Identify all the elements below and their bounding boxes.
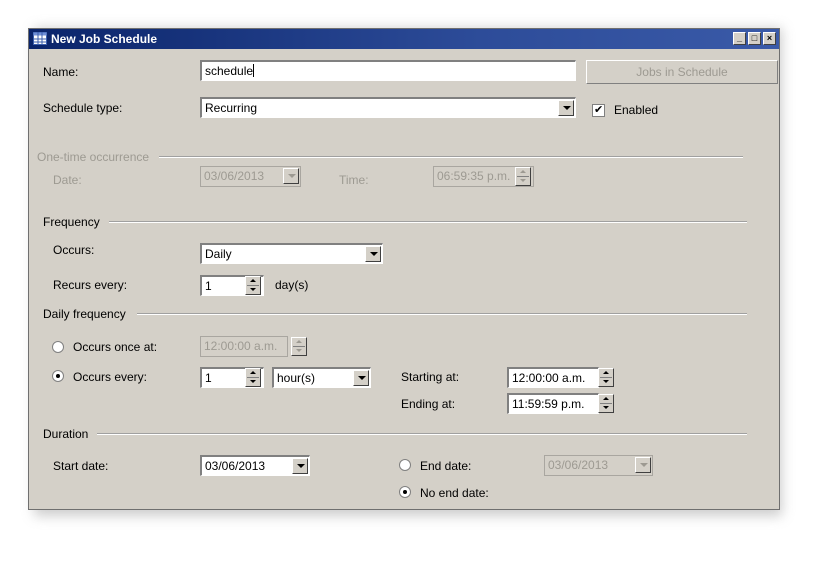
one-time-date-value: 03/06/2013 <box>204 169 265 183</box>
occurs-once-time-value: 12:00:00 a.m. <box>204 339 278 353</box>
name-label: Name: <box>43 65 79 79</box>
starting-at-input[interactable]: 12:00:00 a.m. <box>507 367 599 388</box>
ending-at-value: 11:59:59 p.m. <box>512 397 585 411</box>
group-divider <box>137 313 747 315</box>
occurs-label: Occurs: <box>53 243 95 257</box>
occurs-every-radio[interactable] <box>52 370 64 382</box>
occurs-value: Daily <box>205 247 232 261</box>
group-divider <box>159 156 743 158</box>
occurs-every-label: Occurs every: <box>73 370 148 384</box>
start-date-label: Start date: <box>53 459 109 473</box>
schedule-type-select[interactable]: Recurring <box>200 97 576 118</box>
no-end-date-radio[interactable] <box>399 486 411 498</box>
occurs-once-spinner-icon[interactable] <box>291 337 307 356</box>
duration-group-label: Duration <box>43 427 89 441</box>
recurs-spinner-icon[interactable] <box>245 276 261 295</box>
name-input-value: schedule <box>205 64 254 78</box>
occurs-select[interactable]: Daily <box>200 243 383 264</box>
one-time-time-label: Time: <box>339 173 369 187</box>
window-title: New Job Schedule <box>51 32 158 46</box>
one-time-date-picker[interactable]: 03/06/2013 <box>200 166 301 187</box>
maximize-button[interactable]: □ <box>748 32 761 45</box>
one-time-group-label: One-time occurrence <box>37 150 150 164</box>
start-date-value: 03/06/2013 <box>205 459 266 473</box>
ending-at-input[interactable]: 11:59:59 p.m. <box>507 393 599 414</box>
no-end-date-label: No end date: <box>420 486 489 500</box>
recurs-every-value: 1 <box>205 279 212 293</box>
minimize-button[interactable]: _ <box>733 32 746 45</box>
ending-at-label: Ending at: <box>401 397 456 411</box>
occurs-every-value: 1 <box>205 371 212 385</box>
one-time-date-label: Date: <box>53 173 82 187</box>
dialog-window: New Job Schedule _ □ × Name: schedule Jo… <box>28 28 780 510</box>
chevron-down-icon[interactable] <box>558 100 574 116</box>
title-bar[interactable]: New Job Schedule _ □ × <box>29 29 779 49</box>
recurs-unit-label: day(s) <box>275 278 309 292</box>
group-divider <box>97 433 747 435</box>
time-spinner-icon[interactable] <box>515 167 531 186</box>
enabled-checkbox[interactable]: ✔ <box>592 104 605 117</box>
occurs-once-radio[interactable] <box>52 341 64 353</box>
chevron-down-icon[interactable] <box>365 246 381 262</box>
one-time-time-value: 06:59:35 p.m. <box>437 169 511 183</box>
text-caret <box>253 64 255 77</box>
occurs-once-label: Occurs once at: <box>73 340 158 354</box>
occurs-once-time-input[interactable]: 12:00:00 a.m. <box>200 336 288 357</box>
chevron-down-icon[interactable] <box>353 370 369 386</box>
starting-at-spinner-icon[interactable] <box>598 368 614 387</box>
daily-frequency-group-label: Daily frequency <box>43 307 126 321</box>
group-divider <box>109 221 747 223</box>
starting-at-value: 12:00:00 a.m. <box>512 371 586 385</box>
occurs-every-unit-select[interactable]: hour(s) <box>272 367 371 388</box>
end-date-label: End date: <box>420 459 472 473</box>
jobs-in-schedule-button[interactable]: Jobs in Schedule <box>586 60 778 84</box>
schedule-type-value: Recurring <box>205 101 258 115</box>
calendar-dropdown-icon[interactable] <box>292 458 308 474</box>
occurs-every-spinner-icon[interactable] <box>245 368 261 387</box>
recurs-every-label: Recurs every: <box>53 278 128 292</box>
table-icon <box>33 32 47 45</box>
end-date-radio[interactable] <box>399 459 411 471</box>
checkmark-icon: ✔ <box>594 104 604 116</box>
end-date-picker[interactable]: 03/06/2013 <box>544 455 653 476</box>
close-button[interactable]: × <box>763 32 776 45</box>
start-date-picker[interactable]: 03/06/2013 <box>200 455 310 476</box>
schedule-type-label: Schedule type: <box>43 101 123 115</box>
name-input[interactable]: schedule <box>200 60 576 81</box>
starting-at-label: Starting at: <box>401 370 460 384</box>
calendar-dropdown-icon[interactable] <box>635 457 651 473</box>
calendar-dropdown-icon[interactable] <box>283 168 299 184</box>
ending-at-spinner-icon[interactable] <box>598 394 614 413</box>
end-date-value: 03/06/2013 <box>548 458 609 472</box>
enabled-label: Enabled <box>614 103 659 117</box>
occurs-every-unit-value: hour(s) <box>277 371 316 385</box>
frequency-group-label: Frequency <box>43 215 100 229</box>
